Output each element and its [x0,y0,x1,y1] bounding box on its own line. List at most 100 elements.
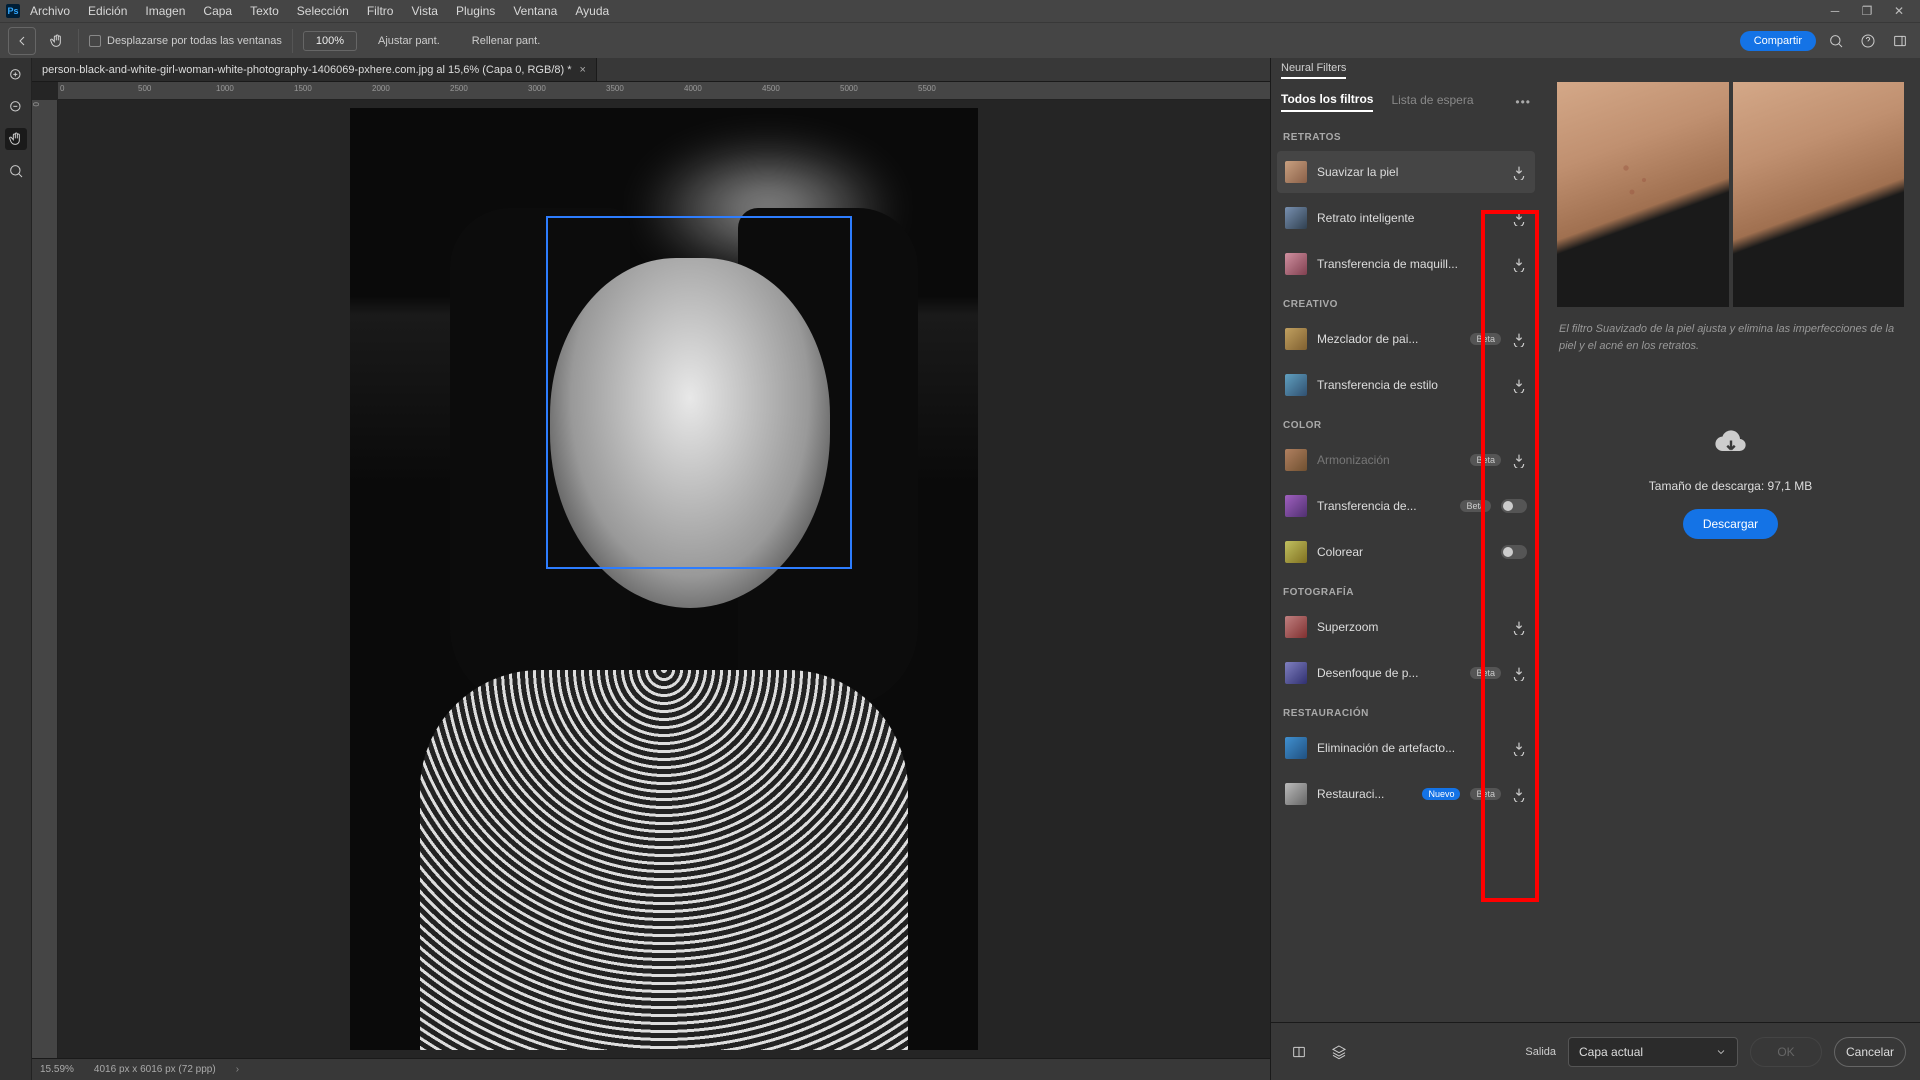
close-tab-icon[interactable]: × [580,64,586,76]
panel-footer: Salida Capa actual OK Cancelar [1271,1022,1920,1080]
zoom-out-tool[interactable] [5,96,27,118]
chevron-down-icon [1715,1046,1727,1058]
download-button[interactable]: Descargar [1683,509,1778,539]
filter-colorear[interactable]: Colorear [1277,531,1535,573]
download-icon[interactable] [1511,164,1527,180]
filter-superzoom[interactable]: Superzoom [1277,606,1535,648]
menu-texto[interactable]: Texto [242,1,287,21]
face-selection-box [546,216,852,569]
help-button[interactable] [1856,29,1880,53]
download-icon[interactable] [1511,256,1527,272]
filter-retrato-inteligente[interactable]: Retrato inteligente [1277,197,1535,239]
zoom-tool[interactable] [5,160,27,182]
menu-capa[interactable]: Capa [195,1,240,21]
zoom-out-icon [8,99,24,115]
filter-desenfoque-profundidad[interactable]: Desenfoque de p... Beta [1277,652,1535,694]
menu-seleccion[interactable]: Selección [289,1,357,21]
menu-archivo[interactable]: Archivo [22,1,78,21]
fit-screen-button[interactable]: Ajustar pant. [367,30,451,52]
output-select[interactable]: Capa actual [1568,1037,1738,1067]
window-restore-icon[interactable]: ❐ [1852,2,1882,20]
filter-thumb-icon [1285,207,1307,229]
beta-badge: Beta [1470,788,1501,800]
filter-restauracion-fotos[interactable]: Restauraci... Nuevo Beta [1277,773,1535,815]
beta-badge: Beta [1470,333,1501,345]
filter-armonizacion[interactable]: Armonización Beta [1277,439,1535,481]
menu-edicion[interactable]: Edición [80,1,135,21]
window-close-icon[interactable]: ✕ [1884,2,1914,20]
download-icon[interactable] [1511,452,1527,468]
hand-icon [8,131,24,147]
download-icon[interactable] [1511,740,1527,756]
current-tool-preview[interactable] [46,30,68,52]
filter-thumb-icon [1285,449,1307,471]
filter-suavizar-piel[interactable]: Suavizar la piel [1277,151,1535,193]
zoom-100-button[interactable]: 100% [303,31,357,51]
beta-badge: Beta [1470,454,1501,466]
document-image [350,108,978,1050]
filter-transferencia-maquillaje[interactable]: Transferencia de maquill... [1277,243,1535,285]
filter-thumb-icon [1285,495,1307,517]
ruler-vertical: 0 [32,100,58,1058]
download-icon[interactable] [1511,210,1527,226]
menu-imagen[interactable]: Imagen [137,1,193,21]
toggle-switch[interactable] [1501,499,1527,513]
menu-filtro[interactable]: Filtro [359,1,402,21]
download-icon[interactable] [1511,619,1527,635]
category-restauracion: RESTAURACIÓN [1271,696,1541,725]
tool-strip [0,58,32,1080]
search-icon [1828,33,1844,49]
output-value: Capa actual [1579,1045,1643,1059]
download-size-label: Tamaño de descarga: 97,1 MB [1649,479,1812,493]
filter-thumb-icon [1285,662,1307,684]
scroll-all-windows-checkbox[interactable]: Desplazarse por todas las ventanas [89,35,282,47]
filter-list: Todos los filtros Lista de espera ••• RE… [1271,82,1541,1022]
tab-all-filters[interactable]: Todos los filtros [1281,92,1373,112]
filter-mezclador-paisajes[interactable]: Mezclador de pai... Beta [1277,318,1535,360]
category-fotografia: FOTOGRAFÍA [1271,575,1541,604]
menu-vista[interactable]: Vista [403,1,445,21]
filter-transferencia-color[interactable]: Transferencia de... Beta [1277,485,1535,527]
document-area: person-black-and-white-girl-woman-white-… [32,58,1270,1080]
home-back-button[interactable] [8,27,36,55]
canvas-wrap: 0 500 1000 1500 2000 2500 3000 3500 4000… [32,82,1270,1058]
layers-icon[interactable] [1325,1038,1353,1066]
magnifier-icon [8,163,24,179]
panels-icon [1892,33,1908,49]
window-minimize-icon[interactable]: ─ [1820,2,1850,20]
download-icon[interactable] [1511,377,1527,393]
download-icon[interactable] [1511,786,1527,802]
search-button[interactable] [1824,29,1848,53]
checkbox-icon [89,35,101,47]
more-options-icon[interactable]: ••• [1515,95,1531,109]
menu-ventana[interactable]: Ventana [505,1,565,21]
toggle-switch[interactable] [1501,545,1527,559]
output-label: Salida [1525,1046,1556,1058]
filter-detail-pane: El filtro Suavizado de la piel ajusta y … [1541,82,1920,1022]
panel-title-bar: Neural Filters [1271,58,1920,82]
chevron-left-icon [14,33,30,49]
download-icon[interactable] [1511,665,1527,681]
hand-tool[interactable] [5,128,27,150]
fill-screen-button[interactable]: Rellenar pant. [461,30,552,52]
filter-thumb-icon [1285,328,1307,350]
menu-plugins[interactable]: Plugins [448,1,503,21]
filter-transferencia-estilo[interactable]: Transferencia de estilo [1277,364,1535,406]
ok-button: OK [1750,1037,1822,1067]
cancel-button[interactable]: Cancelar [1834,1037,1906,1067]
before-after-toggle-icon[interactable] [1285,1038,1313,1066]
share-button[interactable]: Compartir [1740,31,1816,51]
document-tab[interactable]: person-black-and-white-girl-woman-white-… [32,58,597,81]
canvas[interactable] [58,100,1270,1058]
status-zoom: 15.59% [40,1064,74,1075]
download-icon[interactable] [1511,331,1527,347]
workspace-switch-button[interactable] [1888,29,1912,53]
tab-waitlist[interactable]: Lista de espera [1391,93,1473,111]
filter-eliminacion-artefactos[interactable]: Eliminación de artefacto... [1277,727,1535,769]
zoom-in-tool[interactable] [5,64,27,86]
filter-tabs: Todos los filtros Lista de espera ••• [1271,82,1541,120]
document-tab-title: person-black-and-white-girl-woman-white-… [42,64,572,76]
panel-title: Neural Filters [1281,62,1346,79]
help-icon [1860,33,1876,49]
menu-ayuda[interactable]: Ayuda [567,1,617,21]
